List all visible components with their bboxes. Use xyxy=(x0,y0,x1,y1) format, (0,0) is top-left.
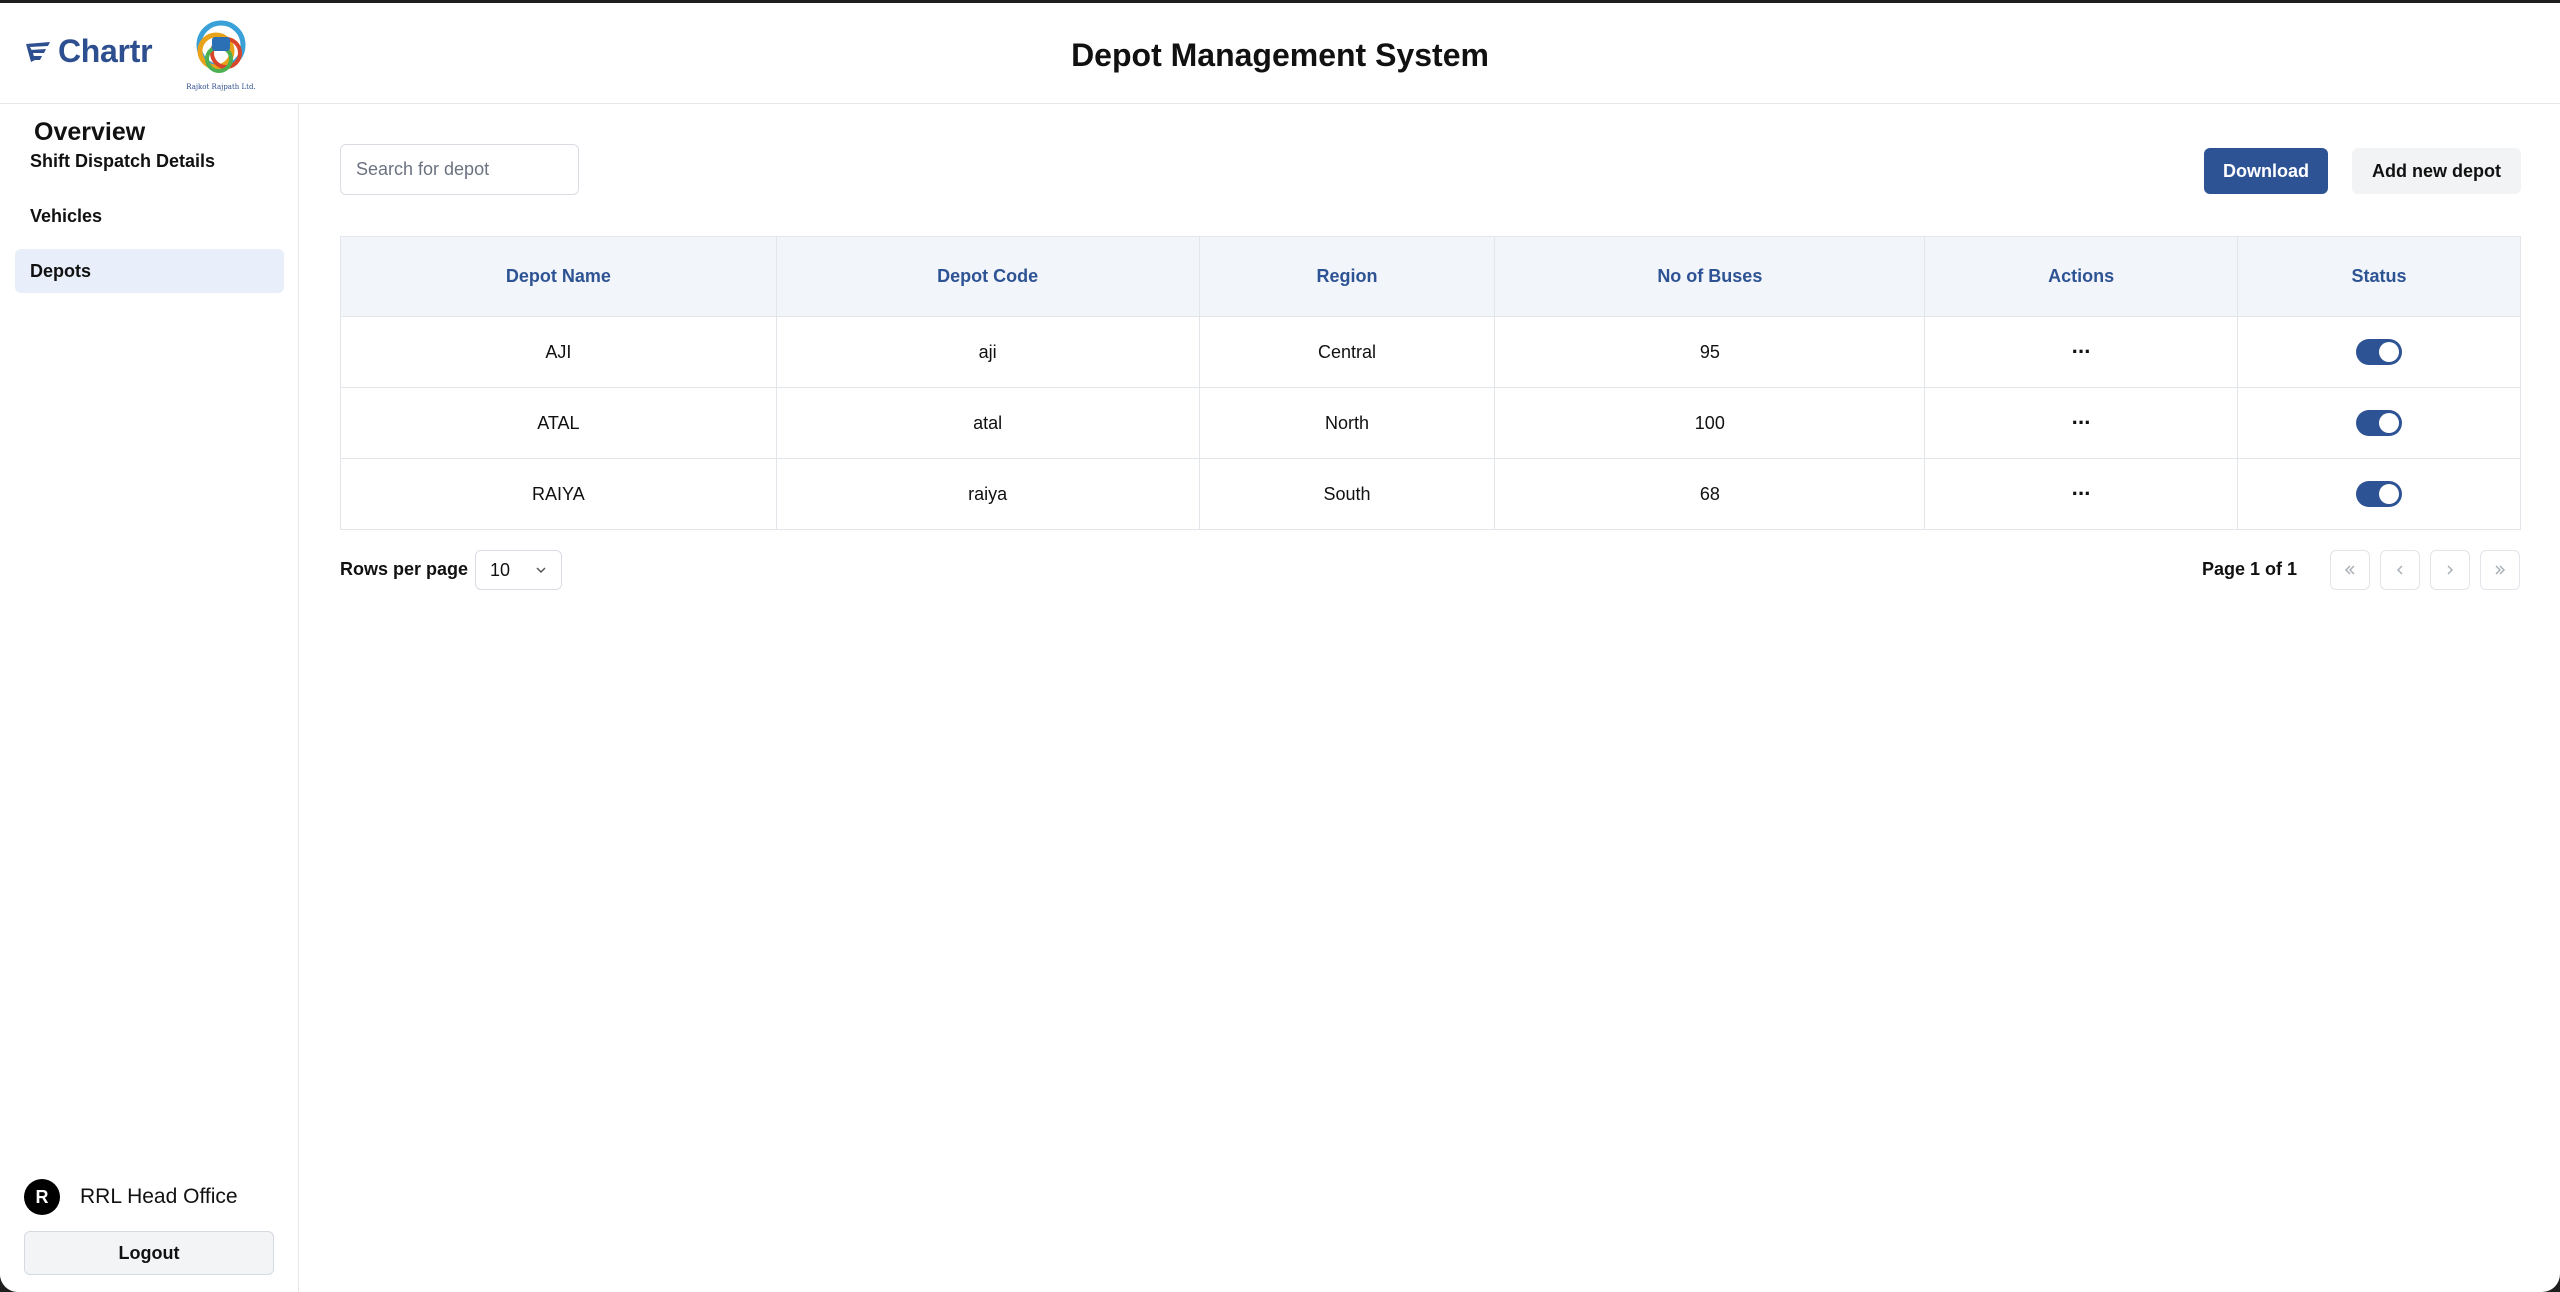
chevron-down-icon xyxy=(536,567,546,574)
bus-count-cell: 68 xyxy=(1494,458,1926,530)
user-profile: R RRL Head Office xyxy=(24,1179,238,1215)
region-cell: South xyxy=(1199,458,1496,530)
depot-name-cell: AJI xyxy=(340,316,777,388)
previous-page-button[interactable] xyxy=(2380,550,2420,590)
depot-code-cell: raiya xyxy=(776,458,1200,530)
depot-name-cell: RAIYA xyxy=(340,458,777,530)
sidebar-item-label: Shift Dispatch Details xyxy=(30,150,216,171)
region-cell: North xyxy=(1199,387,1496,459)
status-toggle[interactable] xyxy=(2356,481,2403,507)
more-actions-icon[interactable]: ··· xyxy=(2072,410,2092,435)
rows-per-page-label: Rows per page xyxy=(340,559,469,579)
actions-cell: ··· xyxy=(1924,387,2239,459)
chevron-left-icon xyxy=(2396,565,2403,575)
page-indicator: Page 1 of 1 xyxy=(2202,559,2298,579)
bus-count-cell: 100 xyxy=(1494,387,1926,459)
depots-table: Depot Name Depot Code Region No of Buses… xyxy=(340,236,2521,530)
top-header: Chartr Rajkot Rajpath Ltd. Depot Managem… xyxy=(0,3,2560,104)
table-row: ATAL atal North 100 ··· xyxy=(340,387,2521,459)
logout-button[interactable]: Logout xyxy=(24,1231,274,1275)
sidebar-item-label: Vehicles xyxy=(30,205,103,226)
depot-code-cell: aji xyxy=(776,316,1200,388)
status-toggle[interactable] xyxy=(2356,339,2403,365)
svg-text:Rajkot Rajpath Ltd.: Rajkot Rajpath Ltd. xyxy=(186,83,255,91)
user-name: RRL Head Office xyxy=(80,1185,238,1208)
sidebar: Overview Shift Dispatch Details Vehicles… xyxy=(0,104,299,1292)
status-cell xyxy=(2237,316,2521,388)
depot-code-cell: atal xyxy=(776,387,1200,459)
column-header-no-of-buses[interactable]: No of Buses xyxy=(1494,236,1926,317)
depot-name-cell: ATAL xyxy=(340,387,777,459)
next-page-button[interactable] xyxy=(2430,550,2470,590)
app-window: Chartr Rajkot Rajpath Ltd. Depot Managem… xyxy=(0,3,2560,1292)
more-actions-icon[interactable]: ··· xyxy=(2072,481,2092,506)
rows-per-page-select[interactable]: 10 xyxy=(475,550,562,590)
status-toggle[interactable] xyxy=(2356,410,2403,436)
chevrons-left-icon xyxy=(2344,565,2355,575)
actions-cell: ··· xyxy=(1924,458,2239,530)
rows-per-page-value: 10 xyxy=(490,559,511,580)
status-cell xyxy=(2237,387,2521,459)
sidebar-item-shift-dispatch[interactable]: Shift Dispatch Details xyxy=(15,139,284,183)
region-cell: Central xyxy=(1199,316,1496,388)
chevrons-right-icon xyxy=(2495,565,2506,575)
avatar: R xyxy=(24,1179,60,1215)
add-new-depot-button[interactable]: Add new depot xyxy=(2352,148,2521,194)
sidebar-item-vehicles[interactable]: Vehicles xyxy=(15,194,284,238)
more-actions-icon[interactable]: ··· xyxy=(2072,339,2092,364)
table-row: AJI aji Central 95 ··· xyxy=(340,316,2521,388)
table-header-row: Depot Name Depot Code Region No of Buses… xyxy=(340,236,2521,317)
bus-count-cell: 95 xyxy=(1494,316,1926,388)
column-header-region[interactable]: Region xyxy=(1199,236,1496,317)
column-header-depot-name[interactable]: Depot Name xyxy=(340,236,777,317)
download-button[interactable]: Download xyxy=(2204,148,2328,194)
page-title: Depot Management System xyxy=(1071,37,1489,73)
first-page-button[interactable] xyxy=(2330,550,2370,590)
sidebar-item-depots[interactable]: Depots xyxy=(15,249,284,293)
last-page-button[interactable] xyxy=(2480,550,2520,590)
actions-cell: ··· xyxy=(1924,316,2239,388)
column-header-status: Status xyxy=(2237,236,2521,317)
status-cell xyxy=(2237,458,2521,530)
chevron-right-icon xyxy=(2447,565,2454,575)
sidebar-item-label: Depots xyxy=(30,260,92,281)
column-header-actions: Actions xyxy=(1924,236,2239,317)
column-header-depot-code[interactable]: Depot Code xyxy=(776,236,1200,317)
search-input[interactable] xyxy=(340,144,579,195)
table-row: RAIYA raiya South 68 ··· xyxy=(340,458,2521,530)
